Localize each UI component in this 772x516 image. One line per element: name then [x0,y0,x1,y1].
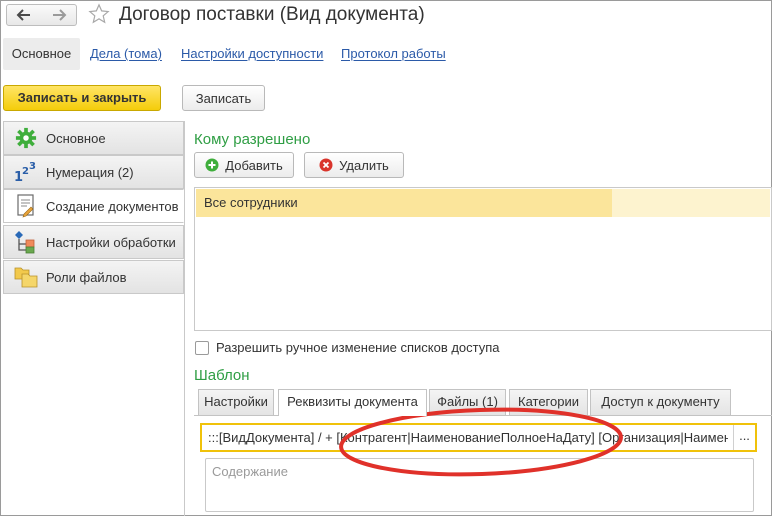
add-button[interactable]: Добавить [194,152,294,178]
nav-item-label: Роли файлов [46,269,127,285]
tab-cases[interactable]: Дела (тома) [90,38,162,70]
arrow-left-icon [16,9,30,21]
forward-button[interactable] [41,4,77,26]
nav-item-processing-settings[interactable]: Настройки обработки [3,225,184,259]
nav-item-main[interactable]: Основное [3,121,184,155]
content-textarea[interactable]: Содержание [205,458,754,512]
numbering-icon: 123 [14,160,38,184]
add-button-label: Добавить [225,157,283,173]
nav-item-label: Основное [46,130,106,146]
template-group-title: Шаблон [194,367,250,384]
delete-icon [319,158,333,172]
folders-icon [14,265,38,289]
template-value: :::[ВидДокумента] / + [Контрагент|Наимен… [208,430,728,445]
window-title: Договор поставки (Вид документа) [119,4,425,25]
manual-change-checkbox[interactable] [195,341,209,355]
svg-text:2: 2 [22,166,29,177]
arrow-right-icon [52,9,66,21]
tab-settings[interactable]: Настройки [198,389,274,415]
svg-text:3: 3 [29,161,36,172]
content-placeholder: Содержание [212,464,288,479]
tab-categories[interactable]: Категории [509,389,588,415]
select-button[interactable]: ... [733,425,755,450]
tab-main[interactable]: Основное [3,38,80,70]
nav-item-label: Создание документов [46,198,179,214]
tab-availability-settings[interactable]: Настройки доступности [181,38,323,70]
panel-divider [184,121,185,516]
tab-work-log[interactable]: Протокол работы [341,38,446,70]
manual-change-label: Разрешить ручное изменение списков досту… [216,340,500,355]
nav-item-create-documents[interactable]: Создание документов [3,189,184,223]
process-icon [14,230,38,254]
delete-button-label: Удалить [339,157,389,173]
save-and-close-button[interactable]: Записать и закрыть [3,85,161,111]
list-item-selection [612,189,770,217]
access-group-title: Кому разрешено [194,131,311,148]
gear-icon [14,126,38,150]
nav-item-label: Настройки обработки [46,234,176,250]
template-input[interactable]: :::[ВидДокумента] / + [Контрагент|Наимен… [200,423,757,452]
tab-document-access[interactable]: Доступ к документу [590,389,731,415]
favorite-star-icon[interactable] [88,3,110,25]
add-icon [205,158,219,172]
document-icon [14,194,38,218]
tab-document-requisites[interactable]: Реквизиты документа [278,389,427,416]
save-button[interactable]: Записать [182,85,265,111]
delete-button[interactable]: Удалить [304,152,404,178]
save-button-label: Записать [195,90,252,106]
nav-item-numbering[interactable]: 123 Нумерация (2) [3,155,184,189]
access-list[interactable]: Все сотрудники [194,187,772,331]
back-button[interactable] [6,4,42,26]
nav-item-file-roles[interactable]: Роли файлов [3,260,184,294]
list-item[interactable]: Все сотрудники [196,189,612,217]
nav-item-label: Нумерация (2) [46,164,134,180]
tab-files[interactable]: Файлы (1) [429,389,506,415]
